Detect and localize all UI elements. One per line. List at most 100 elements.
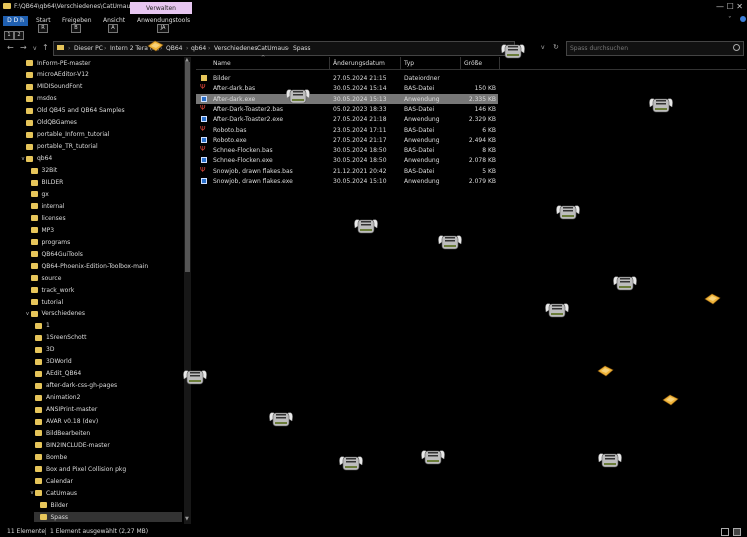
address-dropdown-button[interactable]: v [541, 44, 545, 51]
sidebar-item[interactable]: 32Bit [25, 166, 183, 176]
table-row[interactable]: After-dark.exe 30.05.2024 15:13 Anwendung 2… [196, 93, 498, 104]
tab-start[interactable]: Start [36, 17, 51, 24]
sidebar-item[interactable]: gx [25, 189, 183, 199]
sidebar-item[interactable]: 3D [29, 345, 182, 355]
column-divider[interactable] [460, 57, 461, 69]
sidebar-item[interactable]: internal [25, 201, 183, 211]
quick-access-2[interactable]: 2 [14, 31, 24, 40]
sidebar-item[interactable]: BILDER [25, 178, 183, 188]
sidebar-item[interactable]: Old QB45 and QB64 Samples [20, 106, 182, 116]
help-icon[interactable] [740, 16, 746, 22]
back-button[interactable]: ← [7, 43, 14, 52]
crumb-catumaus[interactable]: CatUmaus [257, 45, 288, 52]
table-row[interactable]: Schnee-Flocken.exe 30.05.2024 18:50 Anwend… [196, 155, 498, 165]
tab-freigeben[interactable]: Freigeben [62, 17, 92, 24]
sidebar-item[interactable]: v qb64 [20, 154, 182, 164]
folder-icon [30, 191, 38, 198]
sidebar-item[interactable]: after-dark-css-gh-pages [29, 381, 182, 391]
sidebar-item[interactable]: MP3 [25, 225, 183, 235]
sidebar-item[interactable]: Animation2 [29, 393, 182, 403]
table-row[interactable]: After-Dark-Toaster2.exe 27.05.2024 21:18 A… [196, 114, 498, 124]
table-row[interactable]: Roboto.exe 27.05.2024 21:17 Anwendung 2.494… [196, 135, 498, 145]
sidebar-item[interactable]: InForm-PE-master [20, 58, 182, 68]
sidebar-item[interactable]: portable_Inform_tutorial [20, 130, 182, 140]
sidebar-item[interactable]: msdos [20, 94, 182, 104]
sidebar-item[interactable]: ANSIPrint-master [29, 405, 182, 415]
sidebar-item[interactable]: track_work [25, 285, 183, 295]
status-divider [45, 528, 46, 535]
folder-icon [35, 394, 42, 401]
column-size[interactable]: Größe [464, 60, 482, 67]
table-row[interactable]: Snowjob, drawn flakes.exe 30.05.2024 15:1… [196, 176, 498, 186]
sidebar-item[interactable]: Box and Pixel Collision pkg [29, 464, 182, 474]
nav-scroll-down-icon[interactable]: ▼ [185, 516, 189, 522]
sidebar-item[interactable]: source [25, 273, 183, 283]
sidebar-item-label: QB64-Phoenix-Edition-Toolbox-main [41, 262, 149, 270]
file-name: Roboto.bas [213, 126, 247, 134]
crumb-qb64-root[interactable]: QB64 [166, 45, 182, 52]
sidebar-item[interactable]: AEdit_QB64 [29, 369, 182, 379]
sidebar-item[interactable]: Spass [33, 512, 182, 523]
table-row[interactable]: Ψ Schnee-Flocken.bas 30.05.2024 18:50 BAS-D… [196, 145, 498, 155]
column-name[interactable]: Name [213, 60, 231, 67]
sidebar-item[interactable]: MIDISoundFont [20, 82, 182, 92]
sidebar-item-label: AEdit_QB64 [46, 370, 82, 378]
sidebar-item[interactable]: QB64-Phoenix-Edition-Toolbox-main [25, 261, 183, 271]
chevron-down-icon[interactable]: v [25, 311, 31, 317]
column-date[interactable]: Änderungsdatum [333, 60, 385, 67]
tab-ansicht[interactable]: Ansicht [103, 17, 125, 24]
sidebar-item[interactable]: v Verschiedenes [25, 309, 183, 319]
tab-datei[interactable]: D D h [3, 16, 28, 26]
ribbon-expand-button[interactable]: ˇ [728, 16, 732, 24]
sidebar-item-label: Bilder [50, 501, 68, 509]
tab-anwendungstools[interactable]: Anwendungstools [137, 17, 190, 24]
sidebar-item[interactable]: 3DWorld [29, 357, 182, 367]
sidebar-item[interactable]: tutorial [25, 297, 183, 307]
folder-icon [26, 60, 33, 66]
sidebar-item[interactable]: Bilder [34, 500, 183, 510]
folder-icon [35, 334, 42, 341]
folder-icon [30, 310, 38, 317]
sidebar-item[interactable]: 1SreenSchott [29, 333, 182, 343]
folder-icon [30, 251, 38, 258]
sidebar-item[interactable]: Calendar [29, 476, 182, 486]
crumb-spass[interactable]: Spass [293, 45, 311, 52]
window-controls[interactable]: — ☐ ✕ [716, 2, 743, 11]
up-button[interactable]: ↑ [42, 43, 49, 52]
quick-access-1[interactable]: 1 [4, 31, 14, 40]
forward-button[interactable]: → [20, 43, 27, 52]
sidebar-item[interactable]: BIN2INCLUDE-master [29, 440, 182, 450]
sidebar-item[interactable]: OldQBGames [20, 118, 182, 128]
sidebar-item[interactable]: 1 [29, 321, 182, 331]
file-size: 8 KB [482, 147, 496, 155]
table-row[interactable]: Ψ Snowjob, drawn flakes.bas 21.12.2021 20:… [196, 166, 498, 176]
folder-icon [35, 430, 42, 437]
table-row[interactable]: Ψ After-Dark-Toaster2.bas 05.02.2023 18:33… [196, 104, 498, 114]
table-row[interactable]: Ψ After-dark.bas 30.05.2024 15:14 BAS-Datei… [196, 83, 498, 93]
column-divider[interactable] [329, 57, 330, 69]
sidebar-item[interactable]: Bombe [29, 452, 182, 462]
sidebar-item[interactable]: v CatUmaus [29, 488, 182, 498]
details-view-icon[interactable] [721, 528, 729, 536]
sidebar-item[interactable]: BildBearbeiten [29, 428, 182, 438]
recent-locations-button[interactable]: v [33, 45, 37, 52]
sidebar-item[interactable]: AVAR v0.18 (dev) [29, 417, 182, 427]
column-type[interactable]: Typ [404, 60, 414, 67]
sidebar-item[interactable]: portable_TR_tutorial [20, 142, 182, 152]
nav-scroll-up-icon[interactable]: ▲ [185, 57, 189, 63]
sidebar-item-label: microAEditor-V12 [37, 71, 89, 79]
sidebar-item[interactable]: QB64GuiTools [25, 249, 183, 259]
search-icon[interactable] [733, 44, 740, 51]
nav-scrollbar-thumb[interactable] [185, 62, 190, 272]
crumb-dieser-pc[interactable]: Dieser PC [74, 45, 103, 52]
sidebar-item[interactable]: licenses [25, 213, 183, 223]
folder-icon [3, 3, 11, 9]
crumb-qb64[interactable]: qb64 [191, 45, 206, 52]
table-row[interactable]: Bilder 27.05.2024 21:15 Dateiordner [196, 73, 498, 83]
sidebar-item[interactable]: programs [25, 237, 183, 247]
refresh-icon[interactable]: ↻ [553, 43, 559, 51]
table-row[interactable]: Ψ Roboto.bas 23.05.2024 17:11 BAS-Datei 6 KB [196, 125, 498, 135]
large-icons-view-icon[interactable] [733, 528, 741, 536]
sidebar-item[interactable]: microAEditor-V12 [20, 70, 182, 80]
column-divider[interactable] [400, 57, 401, 69]
